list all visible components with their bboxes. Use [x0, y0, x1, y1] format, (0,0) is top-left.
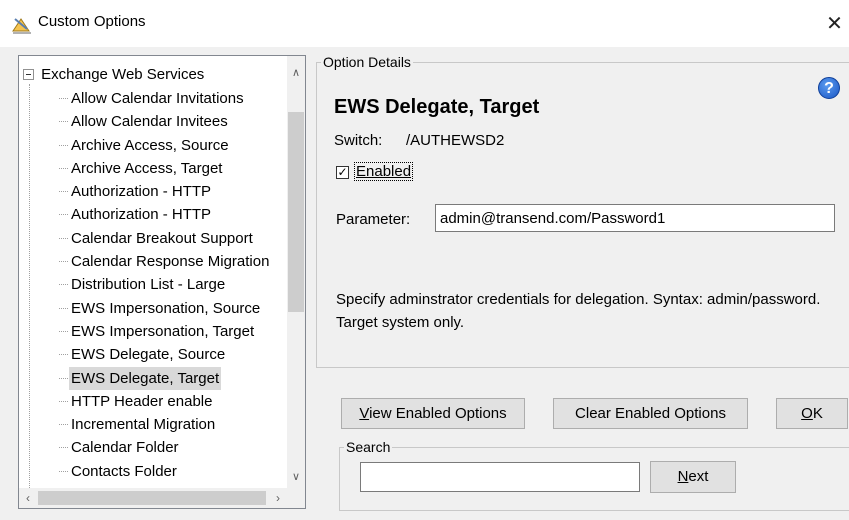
switch-value: /AUTHEWSD2: [406, 132, 505, 149]
clear-enabled-options-button[interactable]: Clear Enabled Options: [553, 398, 748, 429]
tree-item-label: Incremental Migration: [71, 416, 216, 434]
tree-root-label: Exchange Web Services: [41, 66, 205, 83]
horizontal-scrollbar[interactable]: ‹ ›: [19, 488, 287, 508]
scroll-right-icon[interactable]: ›: [269, 488, 287, 508]
search-input[interactable]: [360, 462, 640, 492]
tree-item-label: EWS Delegate, Target: [69, 366, 222, 390]
window-title: Custom Options: [38, 13, 146, 30]
tree-item-label: Calendar Folder: [71, 439, 179, 457]
tree-item[interactable]: Archive Access, Source: [19, 134, 287, 157]
tree-item[interactable]: Calendar Breakout Support: [19, 227, 287, 250]
vertical-scrollbar[interactable]: ∧ ∨: [287, 56, 305, 488]
tree-item[interactable]: Archive Access, Target: [19, 157, 287, 180]
tree-item[interactable]: Contacts Folder: [19, 460, 287, 483]
tree-item-label: Allow Calendar Invitees: [71, 113, 228, 131]
ok-label: OK: [801, 405, 823, 422]
option-description: Specify adminstrator credentials for del…: [336, 291, 821, 331]
tree-root-node[interactable]: Exchange Web Services: [23, 64, 204, 86]
vertical-scroll-thumb[interactable]: [288, 112, 304, 312]
checkmark-icon: ✓: [337, 165, 348, 179]
tree-item-label: Archive Access, Source: [71, 136, 229, 154]
tree-item[interactable]: EWS Impersonation, Source: [19, 297, 287, 320]
tree-item[interactable]: Authorization - HTTP: [19, 180, 287, 203]
tree-item[interactable]: Incremental Migration: [19, 413, 287, 436]
help-icon[interactable]: ?: [818, 77, 840, 99]
tree-item[interactable]: Calendar Response Migration: [19, 250, 287, 273]
enabled-checkbox[interactable]: ✓: [336, 166, 349, 179]
tree-item[interactable]: Allow Calendar Invitees: [19, 110, 287, 133]
collapse-icon[interactable]: [23, 68, 34, 80]
next-label: Next: [677, 468, 709, 485]
option-details-legend: Option Details: [321, 54, 413, 70]
view-enabled-label: View Enabled Options: [359, 405, 507, 422]
tree-item-label: EWS Impersonation, Target: [71, 322, 255, 340]
tree-item[interactable]: Authorization - HTTP: [19, 203, 287, 226]
tree-item-label: Authorization - HTTP: [71, 183, 212, 201]
tree-viewport: Exchange Web Services Allow Calendar Inv…: [19, 56, 287, 488]
option-title: EWS Delegate, Target: [334, 96, 540, 118]
tree-item-label: Authorization - HTTP: [71, 206, 212, 224]
tree-item-label: Contacts Folder: [71, 462, 177, 480]
tree-item[interactable]: Calendar Folder: [19, 436, 287, 459]
scroll-up-icon[interactable]: ∧: [287, 64, 305, 82]
parameter-label: Parameter:: [336, 211, 411, 228]
tree-item-label: HTTP Header enable: [71, 392, 213, 410]
tree-item[interactable]: EWS Delegate, Target: [19, 366, 287, 390]
tree-item-label: Calendar Breakout Support: [71, 229, 253, 247]
scroll-left-icon[interactable]: ‹: [19, 488, 37, 508]
tree-item-label: Archive Access, Target: [71, 159, 223, 177]
close-button[interactable]: ✕: [820, 8, 849, 40]
tree-item[interactable]: EWS Delegate, Source: [19, 343, 287, 366]
tree-item-label: EWS Delegate, Source: [71, 346, 226, 364]
next-button[interactable]: Next: [650, 461, 736, 493]
tree-item-label: Allow Calendar Invitations: [71, 90, 244, 107]
tree-item-label: EWS Impersonation, Source: [71, 299, 261, 317]
options-tree[interactable]: Exchange Web Services Allow Calendar Inv…: [18, 55, 306, 509]
tree-item[interactable]: HTTP Header enable: [19, 390, 287, 413]
tree-item[interactable]: EWS Impersonation, Target: [19, 320, 287, 343]
tree-item[interactable]: Allow Calendar Invitations: [19, 87, 287, 110]
close-icon: ✕: [826, 13, 843, 35]
view-enabled-options-button[interactable]: View Enabled Options: [341, 398, 525, 429]
tree-item-label: Distribution List - Large: [71, 276, 226, 294]
switch-label: Switch:: [334, 132, 383, 149]
tree-item[interactable]: Distribution List - Large: [19, 273, 287, 296]
parameter-input[interactable]: [435, 204, 835, 232]
enabled-label[interactable]: Enabled: [353, 162, 414, 181]
options-app-icon: [12, 18, 31, 34]
ok-button[interactable]: OK: [776, 398, 848, 429]
search-legend: Search: [344, 439, 393, 455]
scroll-corner: [287, 488, 305, 508]
tree-item-list: Allow Calendar Invitations Allow Calendar…: [19, 87, 287, 483]
scroll-down-icon[interactable]: ∨: [287, 468, 305, 486]
tree-item-label: Calendar Response Migration: [71, 253, 270, 271]
horizontal-scroll-thumb[interactable]: [38, 491, 266, 505]
title-bar: Custom Options ✕: [0, 0, 849, 47]
